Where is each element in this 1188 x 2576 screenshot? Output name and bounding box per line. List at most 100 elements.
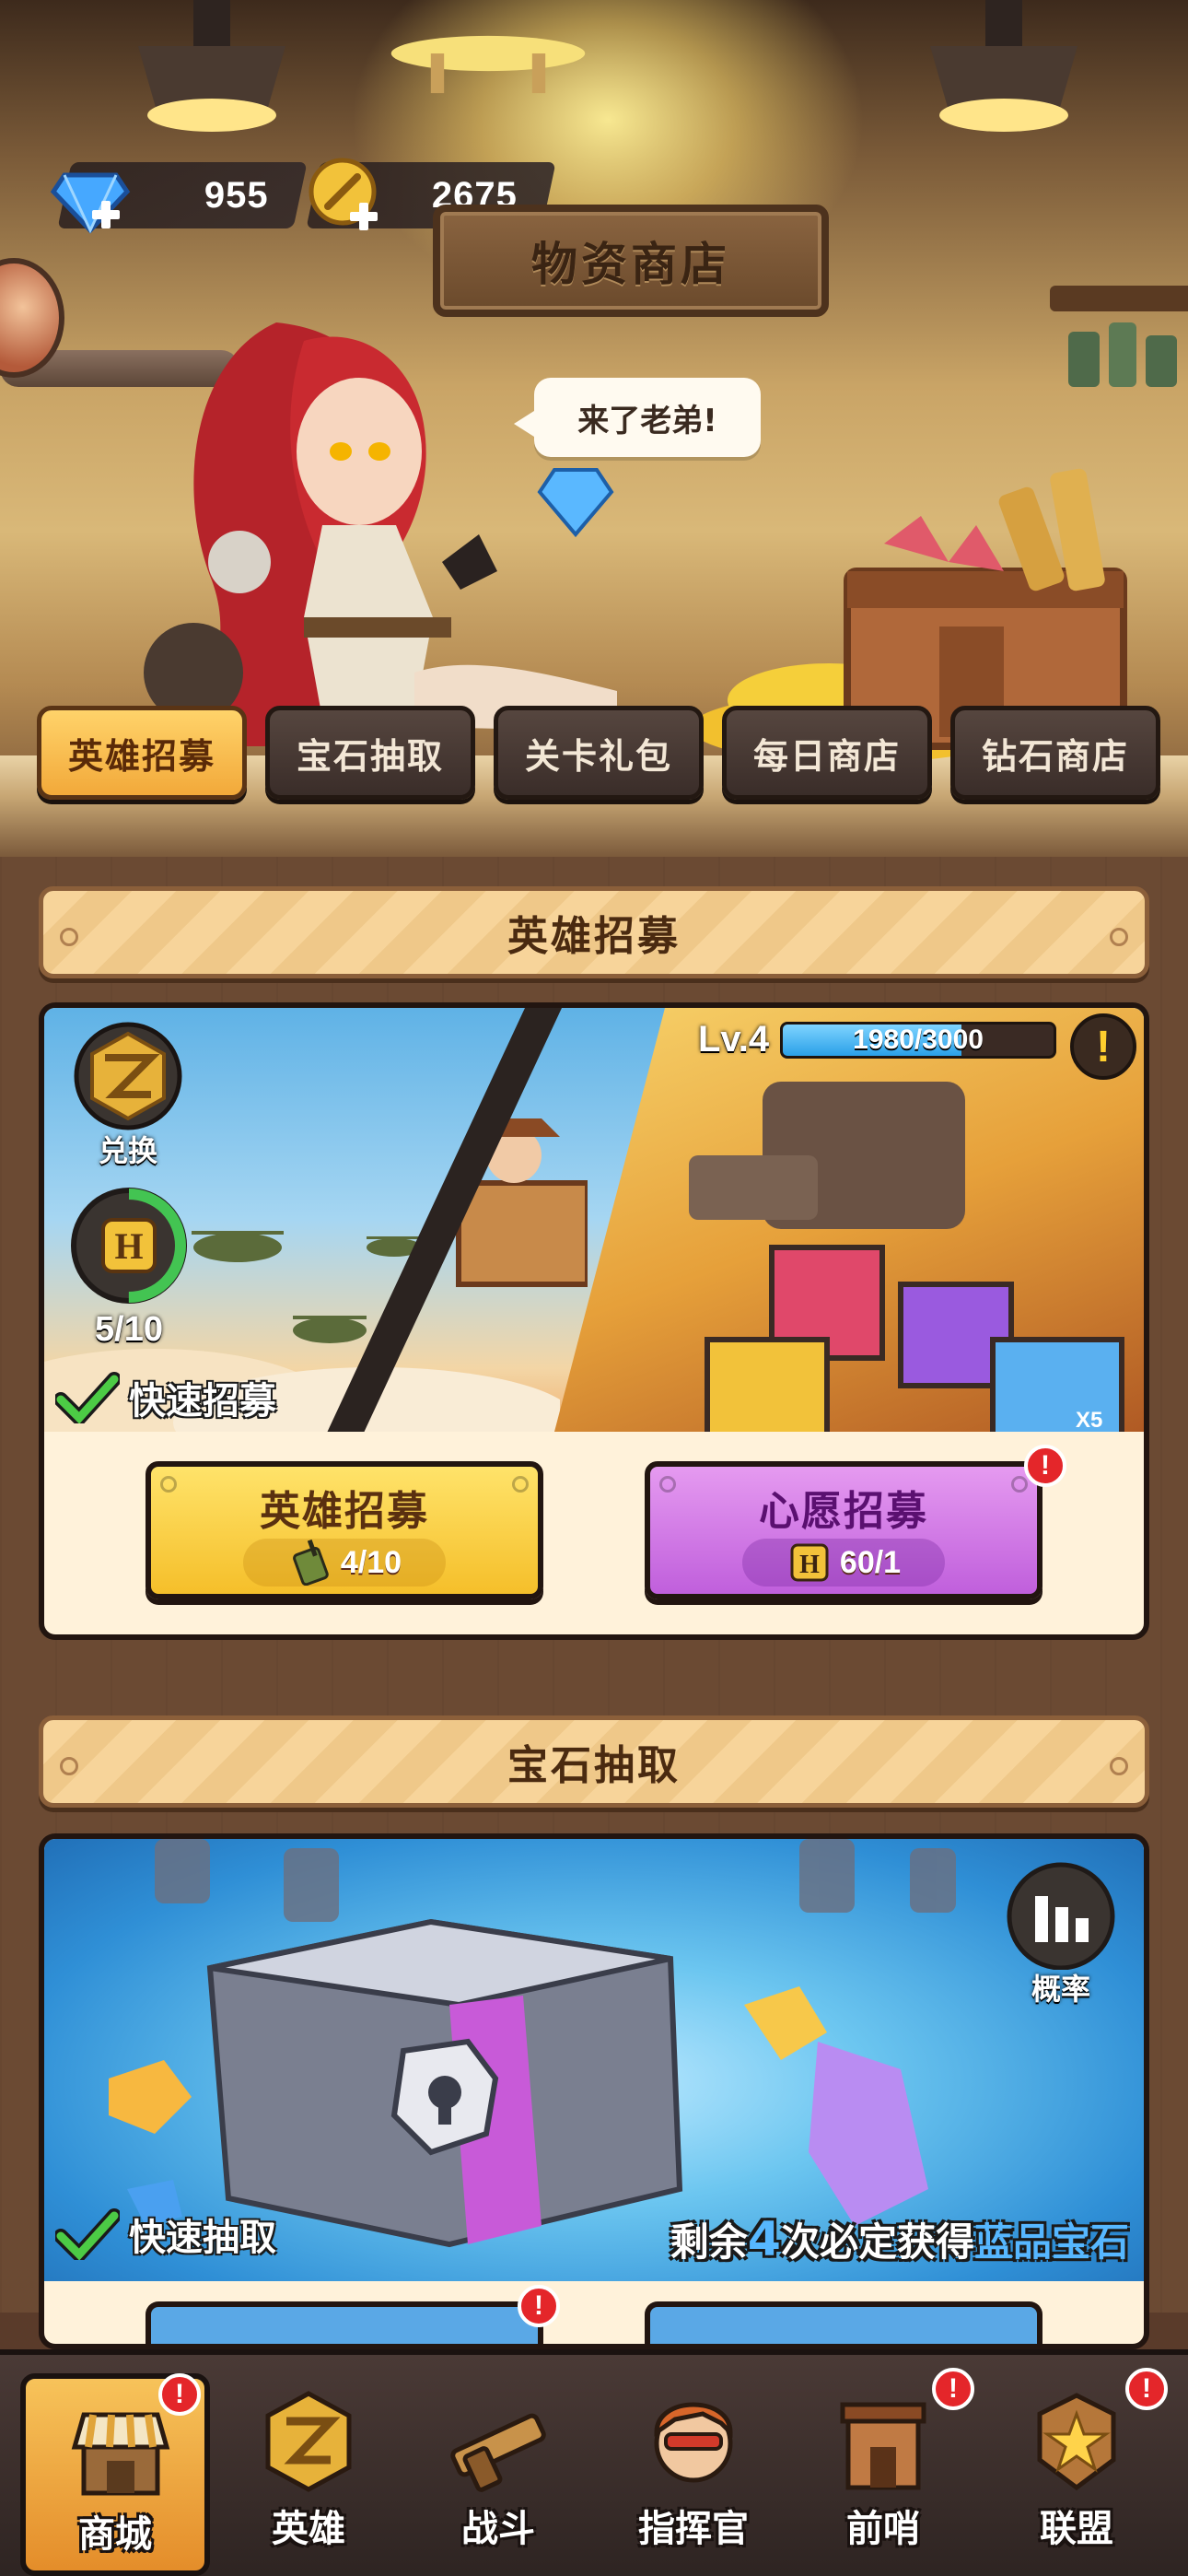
hero-recruit-card: X5 兑换 H 5/10 快速招募 Lv.4 1980/3000 ! 英雄招募 … xyxy=(39,1002,1149,1640)
speech-bubble-text: 来了老弟! xyxy=(577,402,717,439)
exchange-label: 兑换 xyxy=(98,1133,157,1168)
nav-alert-badge: ! xyxy=(158,2373,201,2416)
badge-text: ! xyxy=(949,2373,958,2404)
wish-recruit-button[interactable]: 心愿招募 H 60/1 xyxy=(645,1461,1042,1599)
shop-sign-text: 物资商店 xyxy=(531,238,730,291)
right-lamp-icon xyxy=(930,0,1077,132)
nav-label: 联盟 xyxy=(1040,2508,1113,2550)
tab-diamond-shop[interactable]: 钻石商店 xyxy=(950,706,1160,800)
probability-button[interactable]: 概率 xyxy=(998,1859,1124,2007)
nav-alliance[interactable]: 联盟 ! xyxy=(982,2368,1171,2576)
badge-text: ! xyxy=(534,2290,543,2321)
badge-text: ! xyxy=(1041,1450,1050,1481)
gem-amount: 955 xyxy=(204,175,269,216)
nav-label: 战斗 xyxy=(461,2508,535,2550)
exchange-button[interactable]: 兑换 xyxy=(68,1021,188,1168)
nav-commander[interactable]: 指挥官 xyxy=(599,2373,788,2576)
level-progress-bar: 1980/3000 xyxy=(780,1021,1057,1059)
badge-text: ! xyxy=(175,2379,184,2409)
wish-recruit-button-label: 心愿招募 xyxy=(759,1488,928,1535)
wall-shelf xyxy=(1050,286,1188,311)
shop-sign: 物资商店 xyxy=(433,205,829,317)
nav-label: 商城 xyxy=(78,2513,152,2556)
commander-icon xyxy=(654,2402,733,2483)
h-ticket-ring-icon: H xyxy=(71,1188,187,1304)
gem-plus-icon[interactable] xyxy=(48,155,133,240)
tab-label: 宝石抽取 xyxy=(296,735,444,777)
remain-count: 4 xyxy=(747,2212,781,2267)
nav-outpost[interactable]: 前哨 ! xyxy=(788,2368,978,2576)
svg-text:H: H xyxy=(799,1551,820,1579)
checkmark-icon xyxy=(55,1372,120,1423)
shop-tab-bar: 英雄招募 宝石抽取 关卡礼包 每日商店 钻石商店 xyxy=(37,706,1160,800)
gold-coin-plus-icon[interactable] xyxy=(306,155,390,240)
speech-bubble: 来了老弟! xyxy=(514,378,761,457)
wish-recruit-cost: H 60/1 xyxy=(742,1539,945,1587)
tab-hero-recruit[interactable]: 英雄招募 xyxy=(37,706,247,800)
remain-prefix: 剩余 xyxy=(670,2219,748,2265)
recruit-level: Lv.4 1980/3000 xyxy=(698,1019,1057,1060)
level-info-button[interactable]: ! xyxy=(1070,1013,1136,1080)
bottom-navigation: 商城 ! 英雄 战斗 指挥官 前哨 ! 联盟 ! xyxy=(0,2349,1188,2576)
gem-draw-card: 概率 快速抽取 剩余4次必定获得蓝品宝石 ! xyxy=(39,1833,1149,2349)
exclamation-icon: ! xyxy=(1096,1022,1111,1071)
svg-text:H: H xyxy=(114,1225,143,1267)
hero-recruit-button-label: 英雄招募 xyxy=(260,1488,429,1535)
gem-draw-alert-badge: ! xyxy=(518,2285,560,2327)
guarantee-text: 剩余4次必定获得蓝品宝石 xyxy=(670,2211,1129,2267)
h-ticket-progress[interactable]: H 5/10 xyxy=(64,1181,193,1349)
alliance-star-icon xyxy=(1037,2393,1116,2491)
hero-recruit-banner: X5 兑换 H 5/10 快速招募 Lv.4 1980/3000 ! xyxy=(44,1008,1144,1432)
held-gem-icon xyxy=(537,468,614,538)
bar-chart-icon xyxy=(1007,1862,1115,1971)
hero-recruit-cost: 4/10 xyxy=(243,1539,446,1587)
remain-item: 蓝品宝石 xyxy=(973,2219,1129,2265)
hero-recruit-cost-text: 4/10 xyxy=(340,1544,402,1580)
tab-label: 每日商店 xyxy=(752,735,901,777)
quick-draw-label: 快速抽取 xyxy=(129,2217,276,2259)
section-title: 宝石抽取 xyxy=(507,1742,681,1789)
probability-label: 概率 xyxy=(1031,1972,1090,2007)
shop-scene: 955 2675 物资商店 来了老弟! 英雄招募 宝石抽取 关卡礼包 每日商店 … xyxy=(0,0,1188,857)
nav-shop[interactable]: 商城 ! xyxy=(20,2373,210,2576)
hero-recruit-button[interactable]: 英雄招募 4/10 xyxy=(146,1461,543,1599)
gem-draw-banner: 概率 快速抽取 剩余4次必定获得蓝品宝石 xyxy=(44,1839,1144,2281)
hero-emblem-icon xyxy=(265,2391,352,2492)
wish-recruit-cost-text: 60/1 xyxy=(839,1544,902,1580)
level-progress-text: 1980/3000 xyxy=(853,1024,984,1055)
nav-label: 前哨 xyxy=(846,2508,920,2550)
left-lamp-icon xyxy=(138,0,285,132)
hero-emblem-icon xyxy=(74,1022,182,1130)
badge-text: ! xyxy=(1142,2373,1151,2404)
outpost-icon xyxy=(840,2402,926,2490)
tab-daily-shop[interactable]: 每日商店 xyxy=(722,706,932,800)
gem-draw-multi-button[interactable] xyxy=(645,2301,1042,2344)
machine-multiplier: X5 xyxy=(1076,1408,1102,1432)
nav-battle[interactable]: 战斗 xyxy=(403,2373,593,2576)
nav-label: 指挥官 xyxy=(638,2508,749,2550)
wish-alert-badge: ! xyxy=(1024,1445,1066,1487)
nav-alert-badge: ! xyxy=(1125,2368,1168,2410)
tab-label: 关卡礼包 xyxy=(524,735,672,777)
hero-recruit-header: 英雄招募 xyxy=(39,886,1149,978)
gem-draw-once-button[interactable] xyxy=(146,2301,543,2344)
h-ticket-count: 5/10 xyxy=(95,1310,163,1349)
nav-alert-badge: ! xyxy=(932,2368,974,2410)
nav-label: 英雄 xyxy=(272,2508,345,2550)
recruit-radio-icon xyxy=(292,1540,329,1586)
tab-gem-draw[interactable]: 宝石抽取 xyxy=(265,706,475,800)
center-lamp-icon xyxy=(390,35,586,94)
tab-label: 钻石商店 xyxy=(981,735,1129,777)
h-ticket-icon: H xyxy=(790,1543,829,1582)
quick-recruit-toggle[interactable]: 快速招募 xyxy=(55,1371,276,1424)
jars-icon xyxy=(1068,322,1177,387)
remain-mid: 次必定获得 xyxy=(780,2219,974,2265)
quick-draw-toggle[interactable]: 快速抽取 xyxy=(55,2207,276,2261)
tab-stage-pack[interactable]: 关卡礼包 xyxy=(494,706,704,800)
section-title: 英雄招募 xyxy=(507,913,681,960)
tab-label: 英雄招募 xyxy=(67,735,215,777)
quick-recruit-label: 快速招募 xyxy=(129,1380,276,1423)
nav-heroes[interactable]: 英雄 xyxy=(214,2373,403,2576)
battle-gun-icon xyxy=(450,2413,546,2492)
gem-draw-header: 宝石抽取 xyxy=(39,1715,1149,1808)
